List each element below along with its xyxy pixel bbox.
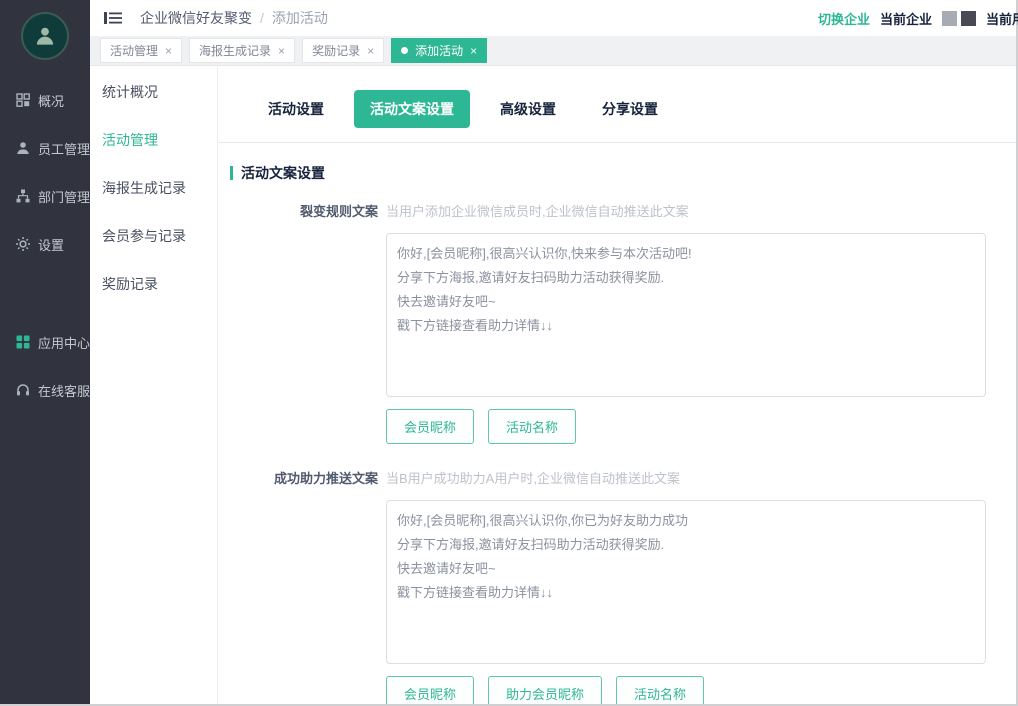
close-icon[interactable]: × (165, 45, 172, 57)
section-accent-bar (230, 166, 233, 180)
insert-member-nickname-button[interactable]: 会员昵称 (386, 676, 474, 704)
tab-activity-settings[interactable]: 活动设置 (252, 90, 340, 128)
submenu-item-activity-management[interactable]: 活动管理 (90, 116, 217, 164)
breadcrumb-separator: / (260, 10, 264, 26)
insert-activity-name-button[interactable]: 活动名称 (616, 676, 704, 704)
sidebar-item-label: 应用中心 (38, 333, 90, 352)
section-title: 活动文案设置 (241, 163, 325, 183)
sidebar-item-departments[interactable]: 部门管理 (0, 172, 90, 220)
field-label: 裂变规则文案 (218, 199, 378, 444)
field-hint: 当用户添加企业微信成员时,企业微信自动推送此文案 (386, 199, 986, 220)
primary-nav: 概况 员工管理 部门管理 设置 (0, 76, 90, 414)
headset-icon (15, 383, 30, 398)
sidebar-item-label: 员工管理 (38, 139, 90, 158)
logo-figure-icon (32, 23, 58, 49)
user-icon (15, 141, 30, 156)
fission-copy-textarea[interactable]: 你好,[会员昵称],很高兴认识你,快来参与本次活动吧! 分享下方海报,邀请好友扫… (386, 233, 986, 397)
dashboard-icon (15, 93, 30, 108)
company-logo (942, 11, 957, 26)
tab-share-settings[interactable]: 分享设置 (586, 90, 674, 128)
section-header: 活动文案设置 (230, 163, 1016, 183)
open-tabs-bar: 活动管理 × 海报生成记录 × 奖励记录 × 添加活动 × (90, 36, 1016, 66)
app-window: 概况 员工管理 部门管理 设置 (0, 0, 1018, 706)
topbar-right: 切换企业 当前企业 当前用户 (818, 9, 1008, 28)
active-dot (401, 47, 408, 54)
main-panel: 活动设置 活动文案设置 高级设置 分享设置 活动文案设置 裂变规则文案 当用户添… (218, 66, 1016, 704)
tab-advanced-settings[interactable]: 高级设置 (484, 90, 572, 128)
app-logo[interactable] (21, 12, 69, 60)
sidebar-item-label: 概况 (38, 91, 64, 110)
breadcrumb: 企业微信好友聚变 / 添加活动 (140, 8, 328, 28)
close-icon[interactable]: × (367, 45, 374, 57)
sidebar-item-label: 部门管理 (38, 187, 90, 206)
tab-chip-reward-records[interactable]: 奖励记录 × (302, 38, 384, 63)
org-chart-icon (15, 189, 30, 204)
breadcrumb-root[interactable]: 企业微信好友聚变 (140, 8, 252, 28)
company-logo-alt (961, 11, 976, 26)
token-buttons: 会员昵称 活动名称 (386, 409, 986, 444)
breadcrumb-current: 添加活动 (272, 8, 328, 28)
tab-chip-label: 海报生成记录 (199, 42, 271, 59)
token-buttons: 会员昵称 助力会员昵称 活动名称 (386, 676, 986, 704)
close-icon[interactable]: × (470, 45, 477, 57)
apps-grid-icon (15, 335, 30, 350)
secondary-menu: 统计概况 活动管理 海报生成记录 会员参与记录 奖励记录 (90, 66, 218, 704)
sidebar-item-label: 在线客服 (38, 381, 90, 400)
tab-chip-activity-management[interactable]: 活动管理 × (100, 38, 182, 63)
assist-copy-field: 成功助力推送文案 当B用户成功助力A用户时,企业微信自动推送此文案 你好,[会员… (218, 466, 1016, 704)
insert-activity-name-button[interactable]: 活动名称 (488, 409, 576, 444)
sidebar-item-settings[interactable]: 设置 (0, 220, 90, 268)
fission-copy-field: 裂变规则文案 当用户添加企业微信成员时,企业微信自动推送此文案 你好,[会员昵称… (218, 199, 1016, 444)
insert-member-nickname-button[interactable]: 会员昵称 (386, 409, 474, 444)
field-hint: 当B用户成功助力A用户时,企业微信自动推送此文案 (386, 466, 986, 487)
gear-icon (15, 237, 30, 252)
field-label: 成功助力推送文案 (218, 466, 378, 704)
sidebar-item-label: 设置 (38, 235, 64, 254)
current-user-label: 当前用户 (986, 9, 1018, 28)
current-company-label: 当前企业 (880, 9, 932, 28)
tab-chip-add-activity[interactable]: 添加活动 × (391, 38, 487, 63)
assist-copy-textarea[interactable]: 你好,[会员昵称],很高兴认识你,你已为好友助力成功 分享下方海报,邀请好友扫码… (386, 500, 986, 664)
sidebar-item-online-service[interactable]: 在线客服 (0, 366, 90, 414)
submenu-item-poster-records[interactable]: 海报生成记录 (90, 164, 217, 212)
submenu-item-statistics[interactable]: 统计概况 (90, 68, 217, 116)
sidebar-item-overview[interactable]: 概况 (0, 76, 90, 124)
submenu-item-reward-records[interactable]: 奖励记录 (90, 260, 217, 308)
tab-chip-label: 奖励记录 (312, 42, 360, 59)
submenu-item-member-participation[interactable]: 会员参与记录 (90, 212, 217, 260)
tab-chip-poster-records[interactable]: 海报生成记录 × (189, 38, 295, 63)
top-bar: 企业微信好友聚变 / 添加活动 切换企业 当前企业 当前用户 (90, 0, 1016, 36)
tabs-divider (218, 142, 1016, 143)
primary-sidebar: 概况 员工管理 部门管理 设置 (0, 0, 90, 704)
insert-assist-member-nickname-button[interactable]: 助力会员昵称 (488, 676, 602, 704)
switch-company-link[interactable]: 切换企业 (818, 9, 870, 28)
sidebar-item-app-center[interactable]: 应用中心 (0, 318, 90, 366)
tab-chip-label: 添加活动 (415, 42, 463, 59)
close-icon[interactable]: × (278, 45, 285, 57)
settings-tabs: 活动设置 活动文案设置 高级设置 分享设置 (252, 90, 1016, 128)
tab-copy-settings[interactable]: 活动文案设置 (354, 90, 470, 128)
collapse-menu-icon[interactable] (104, 11, 122, 25)
sidebar-item-employees[interactable]: 员工管理 (0, 124, 90, 172)
tab-chip-label: 活动管理 (110, 42, 158, 59)
